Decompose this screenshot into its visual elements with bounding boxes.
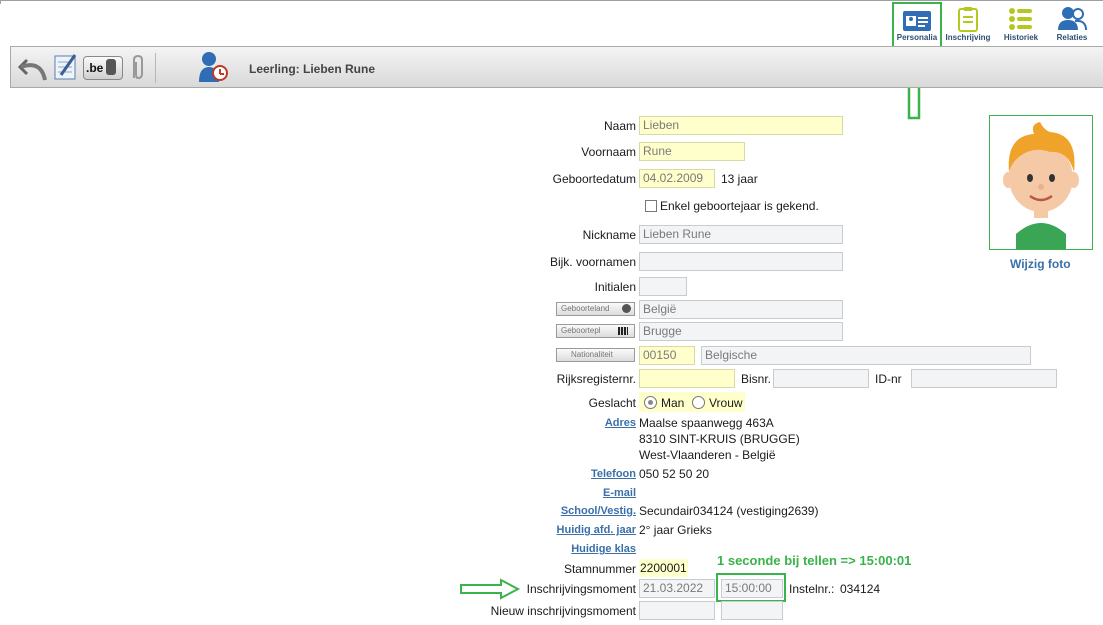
wijzig-foto-link[interactable]: Wijzig foto <box>1010 257 1071 271</box>
voornaam-label: Voornaam <box>581 145 636 159</box>
nieuw-tijd-field[interactable] <box>721 601 783 620</box>
eid-label: .be <box>86 61 104 75</box>
rijksregister-field[interactable] <box>639 369 735 388</box>
school-value: Secundair034124 (vestiging2639) <box>639 504 819 518</box>
naam-label: Naam <box>603 119 636 133</box>
nieuw-datum-field[interactable] <box>639 601 715 620</box>
stamnummer-value: 2200001 <box>639 559 688 577</box>
klas-link[interactable]: Huidige klas <box>500 543 636 555</box>
people-icon <box>1058 7 1087 31</box>
vrouw-label: Vrouw <box>709 396 743 410</box>
tab-personalia[interactable]: Personalia <box>892 2 942 48</box>
nickname-field[interactable]: Lieben Rune <box>639 225 843 244</box>
idnr-field[interactable] <box>911 369 1057 388</box>
undo-icon[interactable] <box>17 54 49 82</box>
man-label: Man <box>661 396 685 410</box>
inschrijvingsmoment-label: Inschrijvingsmoment <box>526 582 636 596</box>
geboorteplaats-button[interactable]: Geboortepl <box>556 324 635 338</box>
globe-icon <box>622 304 631 313</box>
nationaliteit-button[interactable]: Nationaliteit <box>556 348 635 362</box>
adres-line-2: 8310 SINT-KRUIS (BRUGGE) <box>639 432 800 446</box>
tab-historiek-label: Historiek <box>1003 33 1039 42</box>
clipboard-icon <box>958 7 978 32</box>
initialen-label: Initialen <box>594 280 636 294</box>
tab-historiek[interactable]: Historiek <box>997 4 1045 46</box>
nationaliteit-button-label: Nationaliteit <box>571 350 613 359</box>
email-link[interactable]: E-mail <box>500 487 636 499</box>
barcode-icon <box>618 327 628 335</box>
rijksregister-label: Rijksregisternr. <box>556 372 636 386</box>
afd-jaar-link[interactable]: Huidig afd. jaar <box>500 524 636 536</box>
eid-card-icon <box>106 59 116 75</box>
nationaliteit-field[interactable]: Belgische <box>701 346 1031 365</box>
list-icon <box>1009 8 1032 30</box>
bijk-voornamen-field[interactable] <box>639 252 843 271</box>
telefoon-value: 050 52 50 20 <box>639 467 710 481</box>
adres-link[interactable]: Adres <box>500 417 636 429</box>
tab-personalia-label: Personalia <box>896 33 938 42</box>
bisnr-label: Bisnr. <box>741 372 772 386</box>
enkel-geboortejaar-checkbox[interactable] <box>645 200 657 212</box>
geboortedatum-field[interactable]: 04.02.2009 <box>639 169 715 188</box>
adres-line-1: Maalse spaanwegg 463A <box>639 416 774 430</box>
telefoon-link[interactable]: Telefoon <box>500 468 636 480</box>
instelnr-label: Instelnr.: <box>789 582 835 596</box>
child-avatar-icon <box>990 116 1092 249</box>
student-photo[interactable] <box>989 115 1093 250</box>
man-radio[interactable] <box>644 396 657 409</box>
adres-line-3: West-Vlaanderen - België <box>639 448 776 462</box>
geboortedatum-label: Geboortedatum <box>552 172 636 186</box>
inschrijving-tijd-field[interactable]: 15:00:00 <box>721 579 783 598</box>
age-text: 13 jaar <box>721 172 758 186</box>
bisnr-field[interactable] <box>773 369 869 388</box>
initialen-field[interactable] <box>639 277 687 296</box>
bijk-voornamen-label: Bijk. voornamen <box>549 255 636 269</box>
tab-inschrijving-label: Inschrijving <box>945 33 991 42</box>
school-link[interactable]: School/Vestig. <box>500 505 636 517</box>
notepad-icon[interactable] <box>53 53 79 81</box>
instelnr-value: 034124 <box>840 582 881 596</box>
stamnummer-label: Stamnummer <box>563 562 636 576</box>
geboorteplaats-field[interactable]: Brugge <box>639 322 843 341</box>
tab-relaties[interactable]: Relaties <box>1048 4 1096 46</box>
afd-jaar-value: 2° jaar Grieks <box>639 523 712 537</box>
voornaam-field[interactable]: Rune <box>639 142 745 161</box>
tab-inschrijving[interactable]: Inschrijving <box>944 4 992 46</box>
naam-field[interactable]: Lieben <box>639 116 843 135</box>
vrouw-radio[interactable] <box>692 396 705 409</box>
annotation-note: 1 seconde bij tellen => 15:00:01 <box>717 553 912 568</box>
geslacht-label: Geslacht <box>588 396 636 410</box>
nationaliteit-code-field[interactable]: 00150 <box>639 346 695 365</box>
paperclip-icon[interactable] <box>127 54 147 82</box>
inschrijving-datum-field[interactable]: 21.03.2022 <box>639 579 715 598</box>
nickname-label: Nickname <box>582 228 636 242</box>
enkel-geboortejaar-label: Enkel geboortejaar is gekend. <box>660 199 819 213</box>
geboorteland-button-label: Geboorteland <box>561 304 610 313</box>
toolbar: .be Leerling: Lieben Rune <box>10 46 1103 88</box>
tab-relaties-label: Relaties <box>1056 33 1088 42</box>
geboorteland-field[interactable]: België <box>639 300 843 319</box>
toolbar-separator <box>155 53 156 83</box>
id-card-icon <box>903 11 931 31</box>
eid-button[interactable]: .be <box>83 56 123 80</box>
student-info-icon <box>199 52 228 82</box>
nieuw-inschrijvingsmoment-label: Nieuw inschrijvingsmoment <box>490 604 636 618</box>
idnr-label: ID-nr <box>875 372 902 386</box>
geboorteplaats-button-label: Geboortepl <box>561 326 601 335</box>
page-title: Leerling: Lieben Rune <box>249 62 376 76</box>
geboorteland-button[interactable]: Geboorteland <box>556 302 635 316</box>
